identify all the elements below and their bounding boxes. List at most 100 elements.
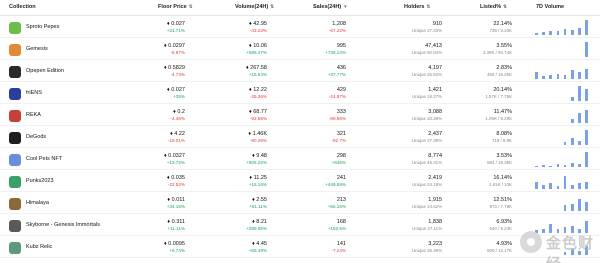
table-row[interactable]: Cool Pets NFT ♦ 0.0327 +13.72% ♦ 9.48 +505.2…: [0, 149, 600, 170]
floor-price-value: ♦ 4.22: [169, 131, 185, 137]
collection-avatar: [9, 131, 21, 144]
collection-avatar: [9, 197, 21, 210]
sales-change: +152.5%: [327, 226, 346, 231]
volume-bar: [571, 184, 574, 189]
collection-name[interactable]: DeGods: [26, 134, 46, 140]
listed-count: 684 / 19.36K: [487, 160, 512, 165]
volume-bar: [563, 164, 567, 167]
table-row[interactable]: Skyborne - Genesis Immortals ♦ 0.311 +11.1…: [0, 215, 600, 236]
sales-value: 1,208: [332, 21, 346, 27]
table-row[interactable]: REKA ♦ 0.2 -4.46% ♦ 68.77 -92.55% 333 -89.58% 3…: [0, 105, 600, 126]
volume-bar: [556, 186, 560, 189]
volume-bar: [542, 164, 545, 167]
sort-icon: ⇅: [503, 4, 507, 9]
floor-price-change: -5.87%: [170, 50, 185, 55]
collection-avatar: [9, 87, 21, 100]
holders-value: 2,419: [428, 175, 442, 181]
table-row[interactable]: Opepen Edition ♦ 0.5829 -4.73% ♦ 267.58 +15.…: [0, 61, 600, 82]
volume-value: ♦ 68.77: [248, 109, 267, 115]
volume-bar: [585, 109, 588, 123]
listed-percent: 20.14%: [493, 87, 512, 93]
table-row[interactable]: friENS ♦ 0.027 +35% ♦ 12.22 -25.36% 429 -24.87…: [0, 83, 600, 104]
volume-value: ♦ 9.48: [251, 153, 267, 159]
seven-day-volume-chart: [534, 42, 594, 57]
listed-percent: 3.55%: [496, 43, 512, 49]
volume-bar: [578, 71, 581, 79]
volume-change: +61.11%: [249, 204, 267, 209]
holders-value: 8,774: [428, 153, 442, 159]
volume-value: ♦ 8.21: [251, 219, 267, 225]
volume-bar: [578, 140, 581, 145]
table-row[interactable]: DeGods ♦ 4.22 -18.01% ♦ 1.46K -90.28% 321 -92.…: [0, 127, 600, 148]
volume-bar: [585, 202, 588, 211]
collection-name[interactable]: Cool Pets NFT: [26, 156, 62, 162]
collection-name[interactable]: REKA: [26, 112, 41, 118]
volume-change: +289.05%: [246, 226, 267, 231]
header-sales[interactable]: Sales(24H) ▼: [313, 4, 348, 10]
header-holders[interactable]: Holders ⇅: [404, 4, 430, 10]
collection-name[interactable]: friENS: [26, 90, 42, 96]
listed-count: 738 / 3.33K: [489, 28, 512, 33]
table-row[interactable]: Kubz Relic ♦ 0.0095 +6.74% ♦ 4.45 +55.49% 141…: [0, 237, 600, 258]
sales-value: 429: [336, 87, 346, 93]
collection-name[interactable]: Kubz Relic: [26, 244, 52, 250]
listed-count: 640 / 9.23K: [489, 226, 512, 231]
collection-name[interactable]: Himalaya: [26, 200, 49, 206]
collection-name[interactable]: Opepen Edition: [26, 68, 64, 74]
watermark-logo: 金色财经: [520, 228, 598, 263]
header-listed[interactable]: Listed% ⇅: [480, 4, 507, 10]
table-row[interactable]: Punks2023 ♦ 0.035 -22.52% ♦ 11.25 +18.16% 241…: [0, 171, 600, 192]
listed-percent: 3.53%: [496, 153, 512, 159]
listed-percent: 22.14%: [493, 21, 512, 27]
holders-unique: Unique 50.04%: [411, 50, 442, 55]
floor-price-value: ♦ 0.027: [166, 21, 185, 27]
volume-value: ♦ 11.25: [249, 175, 267, 181]
listed-percent: 4.93%: [496, 241, 512, 247]
holders-unique: Unique 25.84%: [411, 72, 442, 77]
table-row[interactable]: Sproto Pepes ♦ 0.027 +31.71% ♦ 42.95 -43.23%…: [0, 17, 600, 38]
holders-value: 3,088: [428, 109, 442, 115]
holders-value: 1,838: [428, 219, 442, 225]
table-row[interactable]: Himalaya ♦ 0.011 +34.15% ♦ 2.55 +61.11% 213 +5…: [0, 193, 600, 214]
volume-change: -25.36%: [249, 94, 267, 99]
volume-bar: [556, 73, 560, 79]
listed-count: 1.57K / 7.78K: [485, 94, 512, 99]
collection-name[interactable]: Punks2023: [26, 178, 54, 184]
listed-percent: 11.47%: [493, 109, 512, 115]
header-floor-price[interactable]: Floor Price ⇅: [158, 4, 193, 10]
holders-value: 3,223: [428, 241, 442, 247]
sort-icon: ⇅: [270, 4, 274, 9]
volume-bar: [563, 175, 567, 189]
volume-change: +55.49%: [248, 248, 267, 253]
floor-price-change: +34.15%: [166, 204, 185, 209]
volume-change: +18.16%: [248, 182, 267, 187]
sort-icon: ⇅: [188, 4, 193, 9]
volume-change: +15.54%: [248, 72, 267, 77]
volume-bar: [578, 164, 581, 167]
volume-bar: [563, 205, 567, 211]
header-collection[interactable]: Collection: [9, 4, 36, 10]
floor-price-value: ♦ 0.0095: [163, 241, 185, 247]
volume-bar: [535, 181, 538, 189]
volume-bar: [549, 165, 552, 167]
header-volume[interactable]: Volume(24H) ⇅: [235, 4, 274, 10]
table-row[interactable]: Gemesis ♦ 0.0297 -5.87% ♦ 10.06 +585.47% 995 +…: [0, 39, 600, 60]
sales-change: -7.24%: [331, 248, 346, 253]
sort-icon: ⇅: [426, 4, 431, 9]
collection-name[interactable]: Sproto Pepes: [26, 24, 59, 30]
volume-value: ♦ 267.58: [245, 65, 267, 71]
sales-change: +736.13%: [325, 50, 346, 55]
volume-change: -90.28%: [249, 138, 267, 143]
seven-day-volume-chart: [534, 64, 594, 79]
collection-name[interactable]: Gemesis: [26, 46, 48, 52]
holders-unique: Unique 45.31%: [411, 160, 442, 165]
listed-percent: 12.51%: [493, 197, 512, 203]
collection-avatar: [9, 175, 21, 188]
volume-bar: [556, 31, 560, 35]
sales-change: -92.7%: [331, 138, 346, 143]
volume-bar: [535, 72, 538, 79]
volume-bar: [571, 137, 574, 145]
collection-name[interactable]: Skyborne - Genesis Immortals: [26, 222, 100, 228]
sales-value: 141: [336, 241, 346, 247]
collection-avatar: [9, 153, 21, 166]
